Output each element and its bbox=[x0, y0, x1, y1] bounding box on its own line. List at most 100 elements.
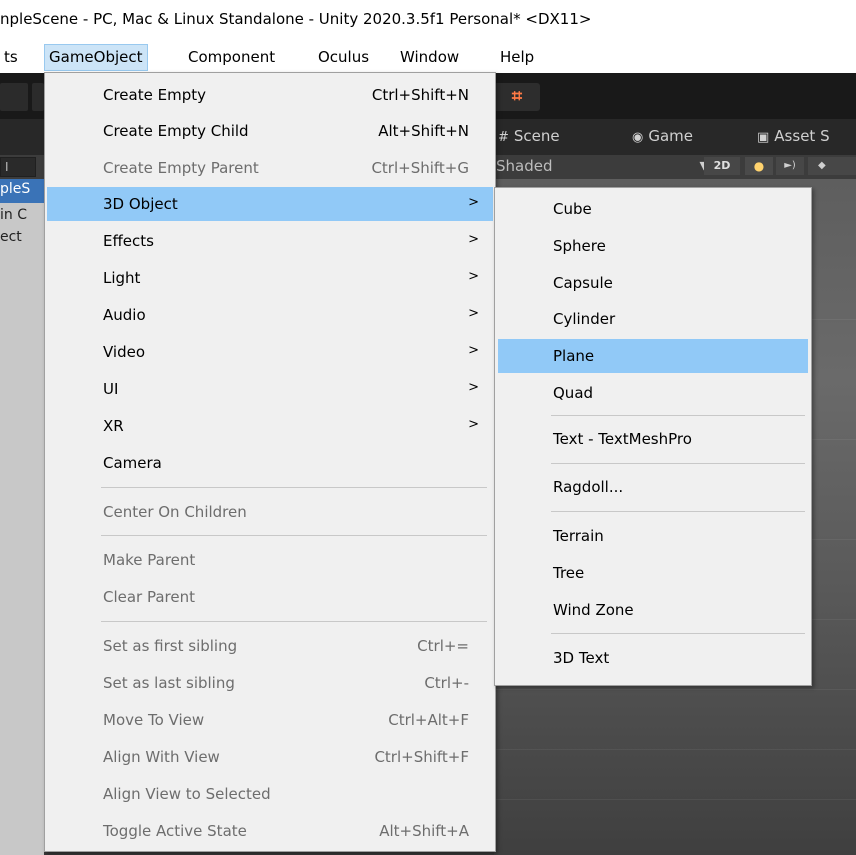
menu-item-set-last-sibling[interactable]: Set as last sibling Ctrl+- bbox=[47, 666, 493, 700]
submenu-item-label: Tree bbox=[553, 564, 585, 582]
menu-item-label: Create Empty Child bbox=[103, 122, 249, 140]
submenu-item-label: Capsule bbox=[553, 274, 613, 292]
submenu-item-label: Text - TextMeshPro bbox=[553, 430, 692, 448]
menu-item-effects[interactable]: Effects > bbox=[47, 224, 493, 258]
menu-item-align-view-to-selected[interactable]: Align View to Selected bbox=[47, 777, 493, 811]
menu-item-shortcut: Ctrl+= bbox=[417, 637, 469, 655]
3d-object-submenu: Cube Sphere Capsule Cylinder Plane Quad … bbox=[494, 187, 812, 686]
menu-item-shortcut: Alt+Shift+A bbox=[379, 822, 469, 840]
submenu-item-capsule[interactable]: Capsule bbox=[498, 266, 808, 300]
menu-item-label: Move To View bbox=[103, 711, 205, 729]
title-bar: npleScene - PC, Mac & Linux Standalone -… bbox=[0, 0, 856, 40]
submenu-item-3d-text[interactable]: 3D Text bbox=[498, 641, 808, 675]
tab-game-label: Game bbox=[648, 127, 693, 145]
submenu-item-label: Cylinder bbox=[553, 310, 616, 328]
menu-item-label: Set as first sibling bbox=[103, 637, 238, 655]
menu-item-3d-object[interactable]: 3D Object > bbox=[47, 187, 493, 221]
chevron-right-icon: > bbox=[468, 232, 479, 247]
menu-gameobject[interactable]: GameObject bbox=[44, 44, 148, 71]
menu-item-toggle-active-state[interactable]: Toggle Active State Alt+Shift+A bbox=[47, 814, 493, 848]
menu-separator bbox=[551, 633, 805, 634]
menu-item-label: XR bbox=[103, 417, 124, 435]
menu-item-clear-parent[interactable]: Clear Parent bbox=[47, 580, 493, 614]
shopping-bag-icon: ▣ bbox=[757, 130, 770, 145]
menu-item-create-empty-parent[interactable]: Create Empty Parent Ctrl+Shift+G bbox=[47, 151, 493, 185]
hierarchy-row-label[interactable]: ect bbox=[0, 229, 22, 245]
menu-item-video[interactable]: Video > bbox=[47, 335, 493, 369]
menu-separator bbox=[101, 535, 487, 536]
submenu-item-cube[interactable]: Cube bbox=[498, 192, 808, 226]
menu-item-label: 3D Object bbox=[103, 195, 178, 213]
menu-item-label: Clear Parent bbox=[103, 588, 196, 606]
shading-mode-value: Shaded bbox=[496, 157, 553, 175]
menu-component[interactable]: Component bbox=[184, 45, 279, 69]
menu-separator bbox=[101, 487, 487, 488]
chevron-right-icon: > bbox=[468, 306, 479, 321]
toolbar-button[interactable] bbox=[32, 83, 44, 111]
menu-item-set-first-sibling[interactable]: Set as first sibling Ctrl+= bbox=[47, 629, 493, 663]
toolbar-button[interactable] bbox=[0, 83, 28, 111]
menu-bar: ts GameObject Component Oculus Window He… bbox=[0, 40, 856, 73]
menu-separator bbox=[551, 415, 805, 416]
menu-item-label: Video bbox=[103, 343, 146, 361]
submenu-item-label: Quad bbox=[553, 384, 594, 402]
menu-window[interactable]: Window bbox=[396, 45, 463, 69]
menu-item-create-empty[interactable]: Create Empty Ctrl+Shift+N bbox=[47, 78, 493, 112]
shading-mode-dropdown[interactable]: Shaded ▼ bbox=[494, 155, 730, 177]
submenu-item-label: Wind Zone bbox=[553, 601, 634, 619]
effects-icon[interactable]: ◆ bbox=[808, 157, 856, 175]
submenu-item-terrain[interactable]: Terrain bbox=[498, 519, 808, 553]
menu-item-create-empty-child[interactable]: Create Empty Child Alt+Shift+N bbox=[47, 114, 493, 148]
menu-item-label: UI bbox=[103, 380, 119, 398]
menu-assets[interactable]: ts bbox=[0, 45, 22, 69]
tab-game[interactable]: ◉ Game bbox=[632, 127, 693, 145]
grid-icon[interactable]: ⌗ bbox=[494, 83, 540, 111]
menu-item-audio[interactable]: Audio > bbox=[47, 298, 493, 332]
audio-icon[interactable]: ►) bbox=[776, 157, 804, 175]
menu-item-label: Align With View bbox=[103, 748, 220, 766]
chevron-right-icon: > bbox=[468, 417, 479, 432]
lightbulb-icon[interactable]: ● bbox=[745, 157, 773, 175]
menu-item-label: Set as last sibling bbox=[103, 674, 235, 692]
tab-asset-store[interactable]: ▣ Asset S bbox=[757, 127, 830, 145]
menu-item-label: Create Empty bbox=[103, 86, 206, 104]
menu-item-move-to-view[interactable]: Move To View Ctrl+Alt+F bbox=[47, 703, 493, 737]
tab-scene-label: Scene bbox=[513, 127, 560, 145]
submenu-item-text-textmeshpro[interactable]: Text - TextMeshPro bbox=[498, 422, 808, 456]
menu-item-light[interactable]: Light > bbox=[47, 261, 493, 295]
submenu-item-cylinder[interactable]: Cylinder bbox=[498, 302, 808, 336]
submenu-item-sphere[interactable]: Sphere bbox=[498, 229, 808, 263]
submenu-item-quad[interactable]: Quad bbox=[498, 376, 808, 410]
menu-item-center-on-children[interactable]: Center On Children bbox=[47, 495, 493, 529]
menu-item-xr[interactable]: XR > bbox=[47, 409, 493, 443]
submenu-item-plane[interactable]: Plane bbox=[498, 339, 808, 373]
submenu-item-wind-zone[interactable]: Wind Zone bbox=[498, 593, 808, 627]
menu-item-make-parent[interactable]: Make Parent bbox=[47, 543, 493, 577]
submenu-item-label: Cube bbox=[553, 200, 592, 218]
hierarchy-row-label[interactable]: in C bbox=[0, 207, 27, 223]
menu-item-align-with-view[interactable]: Align With View Ctrl+Shift+F bbox=[47, 740, 493, 774]
submenu-item-label: 3D Text bbox=[553, 649, 610, 667]
chevron-right-icon: > bbox=[468, 269, 479, 284]
menu-item-ui[interactable]: UI > bbox=[47, 372, 493, 406]
menu-item-label: Audio bbox=[103, 306, 146, 324]
chevron-right-icon: > bbox=[468, 343, 479, 358]
scene-icon: # bbox=[498, 130, 509, 145]
menu-item-shortcut: Ctrl+Shift+N bbox=[371, 86, 469, 104]
hierarchy-search-input[interactable]: I bbox=[0, 157, 36, 177]
submenu-item-label: Sphere bbox=[553, 237, 606, 255]
hierarchy-selected-row[interactable]: pleS bbox=[0, 179, 44, 203]
menu-item-shortcut: Ctrl+Alt+F bbox=[388, 711, 469, 729]
submenu-item-ragdoll[interactable]: Ragdoll... bbox=[498, 470, 808, 504]
menu-oculus[interactable]: Oculus bbox=[314, 45, 373, 69]
toggle-2d-button[interactable]: 2D bbox=[704, 157, 740, 175]
chevron-right-icon: > bbox=[468, 380, 479, 395]
menu-help[interactable]: Help bbox=[496, 45, 538, 69]
tab-asset-store-label: Asset S bbox=[774, 127, 830, 145]
tab-scene[interactable]: # Scene bbox=[498, 127, 560, 145]
gamepad-icon: ◉ bbox=[632, 130, 644, 145]
menu-item-camera[interactable]: Camera bbox=[47, 446, 493, 480]
submenu-item-tree[interactable]: Tree bbox=[498, 556, 808, 590]
menu-item-label: Effects bbox=[103, 232, 154, 250]
menu-item-label: Camera bbox=[103, 454, 162, 472]
